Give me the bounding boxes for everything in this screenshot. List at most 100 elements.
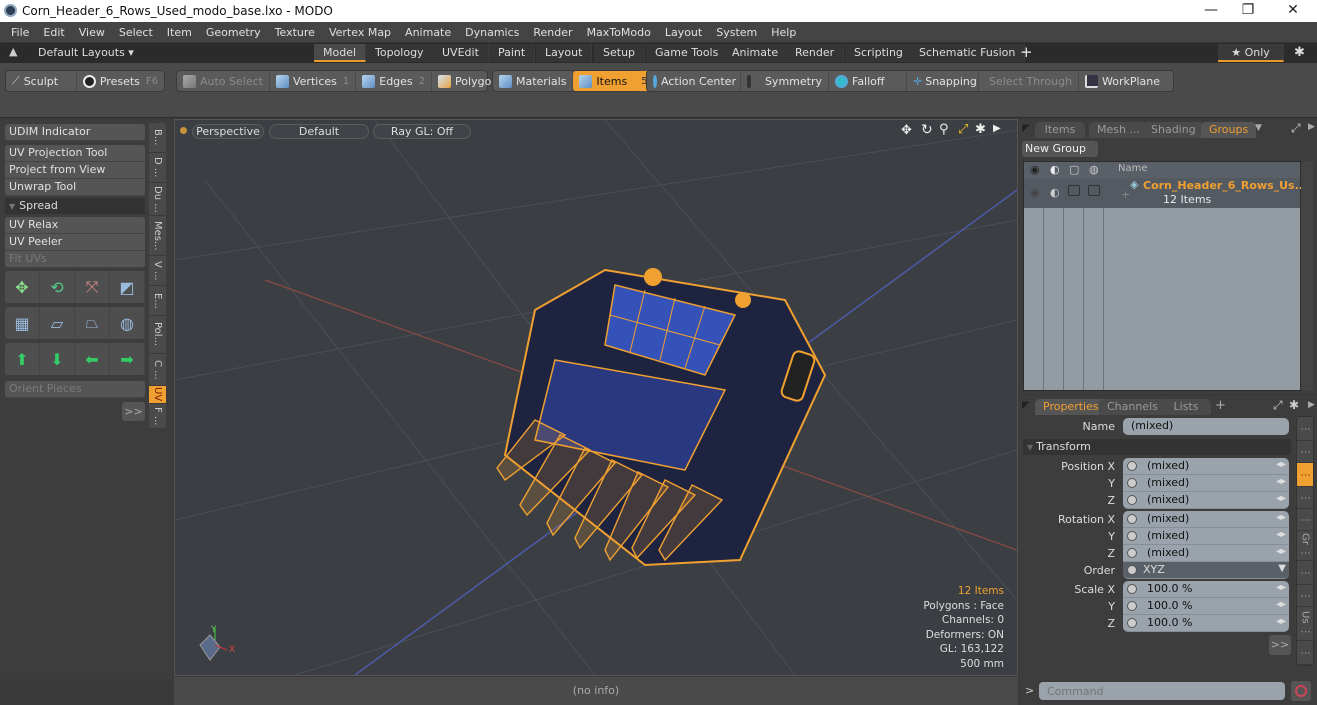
uv-projection-tool-button[interactable]: UV Projection Tool — [5, 145, 145, 162]
project-from-view-button[interactable]: Project from View — [5, 162, 145, 179]
shading-dropdown[interactable]: Default — [269, 124, 369, 139]
scale-x-field[interactable]: 100.0 % ◂▸ — [1123, 581, 1289, 598]
menu-item[interactable]: Item — [160, 26, 199, 39]
menu-texture[interactable]: Texture — [268, 26, 322, 39]
materials-button[interactable]: Materials — [493, 71, 574, 91]
group-visibility-icon[interactable]: ◉ — [1030, 186, 1040, 199]
transform-section[interactable]: ▼ Transform — [1023, 439, 1291, 455]
position-x-field[interactable]: (mixed) ◂▸ — [1123, 458, 1289, 475]
side-tab-us[interactable]: Us ⋮ — [1297, 607, 1313, 641]
tab-model[interactable]: Model — [314, 44, 367, 62]
menu-edit[interactable]: Edit — [36, 26, 71, 39]
restore-button[interactable]: ❐ — [1233, 2, 1263, 18]
vtab-polygon[interactable]: Pol... — [149, 316, 166, 354]
group-lock-toggle[interactable] — [1068, 185, 1080, 196]
uv-mirror-icon[interactable]: ◩ — [110, 271, 145, 303]
position-z-field[interactable]: (mixed) ◂▸ — [1123, 492, 1289, 509]
align-down-icon[interactable]: ⬇ — [40, 343, 75, 375]
menu-maxtomodo[interactable]: MaxToModo — [580, 26, 658, 39]
action-center-button[interactable]: Action Center — [647, 71, 741, 91]
side-tab-1[interactable]: ⋮ — [1297, 417, 1313, 441]
more-tools-button[interactable]: >> — [122, 402, 145, 421]
vtab-vertex[interactable]: V ... — [149, 256, 166, 286]
rotation-x-field[interactable]: (mixed) ◂▸ — [1123, 511, 1289, 528]
tab-setup[interactable]: Setup — [594, 44, 646, 62]
spread-section[interactable]: ▼ Spread — [5, 198, 145, 214]
zoom-icon[interactable]: ⚲ — [939, 122, 949, 137]
position-y-field[interactable]: (mixed) ◂▸ — [1123, 475, 1289, 492]
unwrap-tool-button[interactable]: Unwrap Tool — [5, 179, 145, 196]
visibility-column-icon[interactable]: ◉ — [1030, 163, 1040, 176]
vertices-button[interactable]: Vertices 1 — [270, 71, 357, 91]
workplane-button[interactable]: WorkPlane — [1079, 71, 1166, 91]
record-macro-button[interactable] — [1291, 681, 1311, 701]
name-field[interactable]: (mixed) — [1123, 418, 1289, 435]
uv-planar-icon[interactable]: ▱ — [40, 307, 75, 339]
menu-dynamics[interactable]: Dynamics — [458, 26, 526, 39]
tab-paint[interactable]: Paint — [489, 44, 536, 62]
add-tab-button[interactable]: + — [1215, 398, 1226, 413]
close-button[interactable]: ✕ — [1278, 2, 1308, 18]
raygl-toggle[interactable]: Ray GL: Off — [373, 124, 471, 139]
maximize-viewport-icon[interactable]: ⤢ — [958, 122, 968, 137]
expand-properties-icon[interactable]: ⤢ — [1273, 398, 1283, 413]
uv-sphere-icon[interactable]: ◍ — [110, 307, 145, 339]
corn-header-model[interactable] — [496, 268, 827, 567]
groups-scrollbar[interactable] — [1301, 161, 1313, 391]
side-tab-5[interactable]: ⋮ — [1297, 509, 1313, 531]
orient-pieces-button[interactable]: Orient Pieces — [5, 381, 145, 398]
side-tab-10[interactable]: ⋮ — [1297, 641, 1313, 665]
sculpt-button[interactable]: ⟋ Sculpt — [6, 71, 77, 91]
select-column-icon[interactable]: ◍ — [1089, 163, 1099, 176]
tab-topology[interactable]: Topology — [366, 44, 434, 62]
tab-properties[interactable]: Properties — [1035, 399, 1107, 415]
tab-layout[interactable]: Layout — [536, 44, 593, 62]
side-tab-8[interactable]: ⋮ — [1297, 585, 1313, 607]
new-group-button[interactable]: New Group — [1022, 141, 1098, 157]
tab-lists[interactable]: Lists — [1161, 399, 1211, 415]
vtab-duplicate[interactable]: Du ... — [149, 183, 166, 216]
falloff-button[interactable]: Falloff — [829, 71, 907, 91]
viewport-options-icon[interactable] — [180, 127, 187, 134]
render-column-icon[interactable]: ◐ — [1050, 163, 1060, 176]
snapping-button[interactable]: ✛ Snapping — [907, 71, 979, 91]
default-layouts-dropdown[interactable]: Default Layouts ▾ — [38, 46, 134, 59]
tab-shading[interactable]: Shading — [1143, 122, 1204, 138]
scale-y-field[interactable]: 100.0 % ◂▸ — [1123, 598, 1289, 615]
uv-peeler-button[interactable]: UV Peeler — [5, 234, 145, 251]
items-button[interactable]: Items 5 — [573, 71, 654, 91]
fit-uvs-button[interactable]: Fit UVs — [5, 251, 145, 268]
align-right-icon[interactable]: ➡ — [110, 343, 145, 375]
menu-select[interactable]: Select — [112, 26, 160, 39]
vtab-deform[interactable]: D ... — [149, 153, 166, 183]
tab-scripting[interactable]: Scripting — [845, 44, 913, 62]
properties-menu-icon[interactable]: ◤ — [1022, 400, 1030, 411]
expand-group-icon[interactable]: + — [1121, 188, 1130, 201]
symmetry-button[interactable]: Symmetry — [741, 71, 829, 91]
scale-z-field[interactable]: 100.0 % ◂▸ — [1123, 615, 1289, 632]
menu-vertex-map[interactable]: Vertex Map — [322, 26, 398, 39]
3d-viewport[interactable]: Y X Perspective Default Ray GL: Off ✥ ↻ … — [174, 119, 1018, 676]
panel-arrow-icon[interactable]: ▶ — [1308, 122, 1315, 132]
tab-groups[interactable]: Groups — [1201, 122, 1257, 138]
vtab-curve[interactable]: C ... — [149, 354, 166, 386]
group-name[interactable]: Corn_Header_6_Rows_Us... — [1143, 179, 1307, 192]
expand-panel-icon[interactable]: ⤢ — [1291, 121, 1301, 136]
only-toggle[interactable]: ★ Only — [1218, 44, 1284, 62]
menu-layout[interactable]: Layout — [658, 26, 709, 39]
group-render-icon[interactable]: ◐ — [1050, 186, 1060, 199]
side-tab-gr[interactable]: Gr ⋮ — [1297, 531, 1313, 561]
edges-button[interactable]: Edges 2 — [356, 71, 433, 91]
tab-items[interactable]: Items — [1035, 122, 1085, 138]
gear-icon[interactable]: ✱ — [1294, 45, 1305, 60]
vtab-mesh[interactable]: Mes... — [149, 216, 166, 256]
tab-render[interactable]: Render — [786, 44, 845, 62]
side-tab-2[interactable]: ⋮ — [1297, 441, 1313, 463]
menu-view[interactable]: View — [72, 26, 112, 39]
pan-icon[interactable]: ✥ — [901, 123, 912, 138]
lock-column-icon[interactable]: ▢ — [1069, 163, 1079, 176]
menu-render[interactable]: Render — [526, 26, 579, 39]
vtab-uv[interactable]: UV — [149, 386, 166, 404]
auto-select-button[interactable]: Auto Select — [177, 71, 270, 91]
command-input[interactable] — [1039, 682, 1285, 700]
